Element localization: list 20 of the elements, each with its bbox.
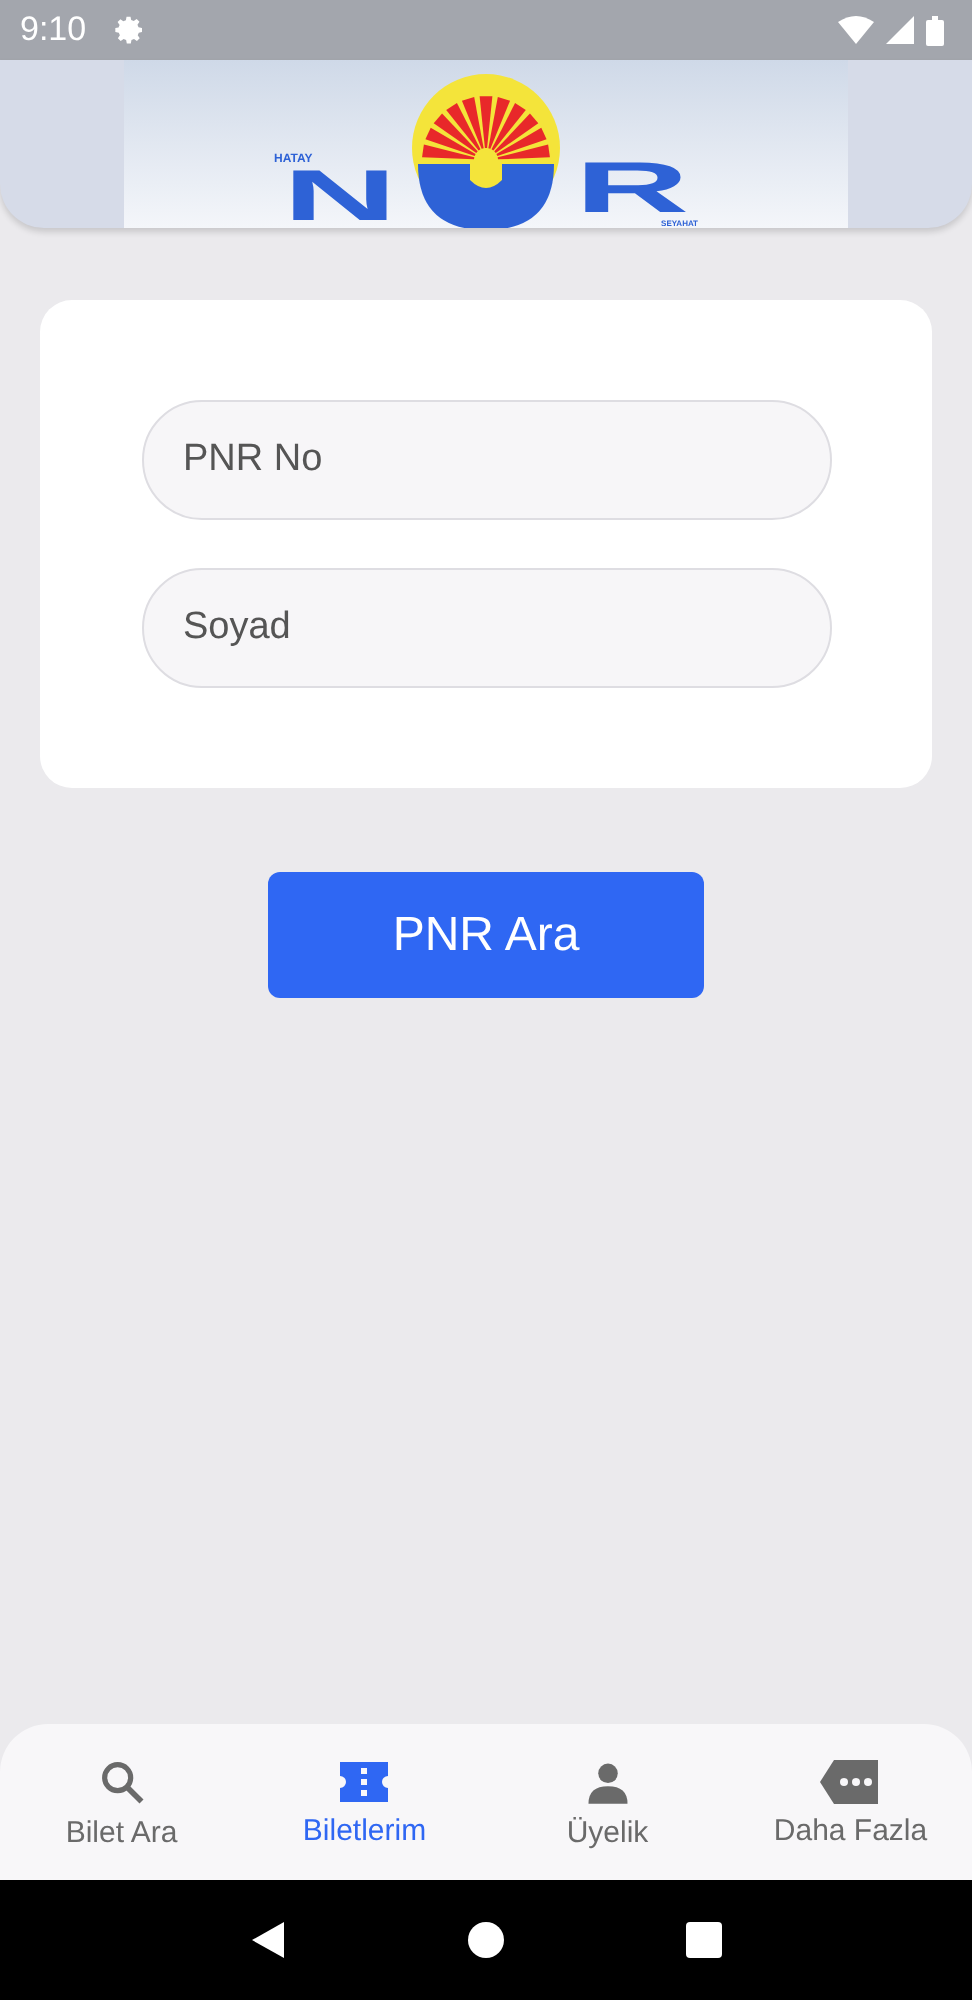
logo-letter: N [282,166,398,228]
logo-letter: R [574,158,690,220]
sun-logo-icon [410,72,562,228]
ticket-icon [336,1757,393,1805]
nav-tab[interactable]: Bilet Ara [0,1724,243,1880]
nav-tab[interactable]: Biletlerim [243,1724,486,1880]
signal-icon [886,16,914,44]
status-time: 9:10 [20,10,87,50]
settings-icon [114,14,147,46]
recents-icon[interactable] [683,1920,724,1960]
home-icon[interactable] [465,1920,506,1960]
input-field[interactable]: PNR No [141,400,831,520]
search-button[interactable]: PNR Ara [268,872,704,998]
nav-tab[interactable]: Üyelik [486,1724,729,1880]
wifi-icon [838,16,874,44]
nav-tab[interactable]: Daha Fazla [729,1724,972,1880]
more-tag-icon [818,1757,883,1805]
battery-icon [926,15,944,45]
input-field[interactable]: Soyad [141,568,831,688]
back-icon[interactable] [248,1920,289,1960]
